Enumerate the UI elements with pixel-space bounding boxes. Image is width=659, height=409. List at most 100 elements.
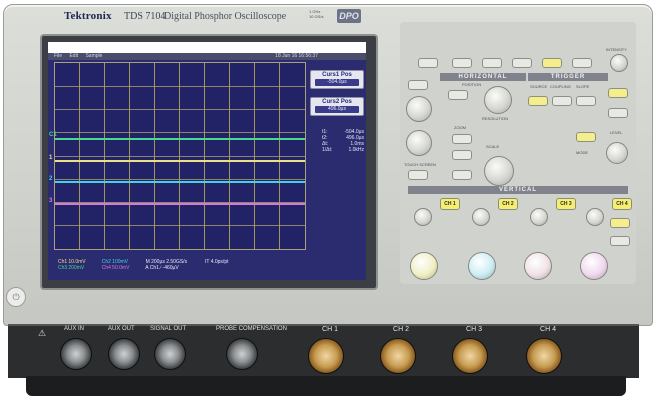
ch2-position-knob[interactable] [472, 208, 490, 226]
menu-sample[interactable]: Sample [85, 53, 102, 59]
ch4-scale-knob[interactable] [580, 252, 608, 280]
ch3-port-label: CH 3 [466, 326, 482, 333]
graticule: C1 1 2 3 [49, 62, 306, 250]
ch3-input-connector[interactable] [452, 338, 488, 374]
horizontal-position-knob-main[interactable] [484, 86, 512, 114]
cursor-row-value: 1.0kHz [348, 147, 364, 153]
display-screen[interactable]: File Edit Sample 18 Jun 16 16:56:37 C1 1… [48, 42, 366, 280]
zoom-button[interactable] [452, 134, 472, 144]
ch1-input-connector[interactable] [308, 338, 344, 374]
resolution-label: RESOLUTION [482, 116, 509, 121]
touch-screen-button[interactable] [408, 170, 428, 180]
panel-button-lit[interactable] [610, 218, 630, 228]
ch1-position-knob[interactable] [414, 208, 432, 226]
ch2-scale-knob[interactable] [468, 252, 496, 280]
probe-comp-connector[interactable] [226, 338, 258, 370]
record-length: IT 4.0ps/pt [204, 259, 229, 265]
graticule-hline [55, 179, 305, 180]
slope-button[interactable] [576, 96, 596, 106]
warning-icon: ⚠ [38, 328, 47, 338]
horizontal-position-knob[interactable] [406, 96, 432, 122]
intensity-knob[interactable] [610, 54, 628, 72]
ch3-scale-knob[interactable] [524, 252, 552, 280]
panel-button-lit[interactable] [542, 58, 562, 68]
aux-in-label: AUX IN [64, 326, 85, 332]
panel-button[interactable] [572, 58, 592, 68]
horizontal-scale-label: SCALE [486, 144, 500, 149]
screen-timestamp: 18 Jun 16 16:56:37 [275, 53, 318, 59]
ch4-tag: Ch4 [101, 265, 111, 271]
touch-screen-label: TOUCH SCREEN [404, 162, 436, 167]
marker-1: 1 [49, 155, 53, 161]
trigger-readout: A Ch1 ∕ -460µV [145, 265, 179, 271]
cursor2-value: 496.0µs [315, 106, 359, 113]
panel-button[interactable] [512, 58, 532, 68]
cursor1-value: -504.0µs [315, 79, 359, 86]
panel-button[interactable] [448, 90, 468, 100]
cursor1-readout[interactable]: Curs1 Pos -504.0µs [310, 70, 364, 89]
ch1-scale-knob[interactable] [410, 252, 438, 280]
graticule-hline [55, 225, 305, 226]
graticule-hline [55, 86, 305, 87]
ch4-input-connector[interactable] [526, 338, 562, 374]
panel-button-lit[interactable] [608, 88, 628, 98]
marker-2: 2 [49, 176, 53, 182]
graticule-hline [55, 109, 305, 110]
trigger-section-label: TRIGGER [528, 73, 608, 81]
spec-samplerate: 10 GS/s [309, 14, 324, 19]
oscilloscope: Tektronix TDS 7104 Digital Phosphor Osci… [0, 0, 659, 409]
graticule-hline [55, 156, 305, 157]
trace-ch3 [55, 181, 305, 183]
marker-3: 3 [49, 198, 53, 204]
panel-button[interactable] [608, 108, 628, 118]
ch1-button[interactable]: CH 1 [440, 198, 460, 210]
panel-button[interactable] [610, 236, 630, 246]
menu-edit[interactable]: Edit [69, 53, 78, 59]
horizontal-scale-knob[interactable] [484, 156, 514, 186]
panel-button[interactable] [482, 58, 502, 68]
power-button[interactable]: ⏻ [6, 287, 26, 307]
coupling-button[interactable] [552, 96, 572, 106]
aux-in-connector[interactable] [60, 338, 92, 370]
ch3-tag: Ch3 [58, 265, 68, 271]
cursor2-readout[interactable]: Curs2 Pos 496.0µs [310, 97, 364, 116]
ch3-button[interactable]: CH 3 [556, 198, 576, 210]
panel-button[interactable] [452, 170, 472, 180]
ch2-port-label: CH 2 [393, 326, 409, 333]
ch2-button[interactable]: CH 2 [498, 198, 518, 210]
panel-button[interactable] [418, 58, 438, 68]
cursor2-title: Curs2 Pos [322, 99, 352, 105]
ch4-button[interactable]: CH 4 [612, 198, 632, 210]
trigger-level-knob[interactable] [606, 142, 628, 164]
screen-title-bar [48, 42, 366, 53]
vertical-section-label: VERTICAL [408, 186, 628, 194]
source-label: SOURCE [530, 84, 548, 89]
panel-button[interactable] [408, 80, 428, 90]
signal-out-label: SIGNAL OUT [150, 326, 187, 332]
channel-readout: Ch1 10.0mV Ch2 100mV M 200µs 2.50GS/s IT… [58, 259, 358, 277]
aux-out-connector[interactable] [108, 338, 140, 370]
dpo-badge: DPO [337, 9, 361, 23]
signal-out-connector[interactable] [154, 338, 186, 370]
cursor-row: 1/Δt: 1.0kHz [322, 147, 364, 153]
panel-button-lit[interactable] [576, 132, 596, 142]
horizontal-section-label: HORIZONTAL [440, 73, 526, 81]
trace-ch2 [55, 160, 305, 162]
ch3-position-knob[interactable] [530, 208, 548, 226]
front-control-panel: INTENSITY HORIZONTAL TRIGGER TOUCH SCREE… [400, 22, 636, 284]
ch2-input-connector[interactable] [380, 338, 416, 374]
ch3-scale: 200mV [68, 265, 85, 271]
slope-label: SLOPE [576, 84, 590, 89]
menu-file[interactable]: File [54, 53, 62, 59]
position-label: POSITION [462, 82, 482, 87]
cursor-row-label: 1/Δt: [322, 147, 333, 153]
instrument-base [26, 376, 626, 396]
front-connector-strip: ⚠ AUX IN AUX OUT SIGNAL OUT PROBE COMPEN… [8, 324, 639, 378]
source-button[interactable] [528, 96, 548, 106]
panel-button[interactable] [452, 150, 472, 160]
trace-ch1 [55, 138, 305, 140]
ch4-position-knob[interactable] [586, 208, 604, 226]
zoom-knob[interactable] [406, 130, 432, 156]
panel-button[interactable] [452, 58, 472, 68]
product-subtitle: Digital Phosphor Oscilloscope [164, 11, 287, 22]
